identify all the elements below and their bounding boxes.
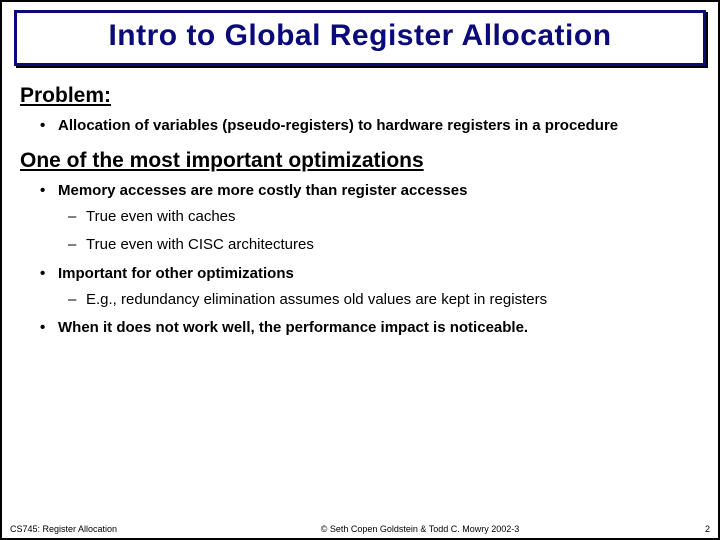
slide-body: Problem: Allocation of variables (pseudo… xyxy=(2,66,718,524)
bullet-text: Important for other optimizations xyxy=(58,265,294,282)
sub-bullet-item: True even with caches xyxy=(86,207,690,227)
slide-footer: CS745: Register Allocation © Seth Copen … xyxy=(2,524,718,538)
sub-bullet-list: E.g., redundancy elimination assumes old… xyxy=(58,290,690,310)
section-heading: Problem: xyxy=(20,82,700,110)
bullet-list: Memory accesses are more costly than reg… xyxy=(20,181,700,339)
slide-title: Intro to Global Register Allocation xyxy=(27,19,693,53)
footer-page-number: 2 xyxy=(690,524,710,534)
bullet-item: Allocation of variables (pseudo-register… xyxy=(58,116,700,136)
footer-left: CS745: Register Allocation xyxy=(10,524,150,534)
footer-center: © Seth Copen Goldstein & Todd C. Mowry 2… xyxy=(150,524,690,534)
sub-bullet-list: True even with caches True even with CIS… xyxy=(58,207,690,256)
bullet-item: Memory accesses are more costly than reg… xyxy=(58,181,700,256)
bullet-text: Memory accesses are more costly than reg… xyxy=(58,182,467,199)
bullet-list: Allocation of variables (pseudo-register… xyxy=(20,116,700,136)
bullet-item: When it does not work well, the performa… xyxy=(58,318,700,338)
section-heading: One of the most important optimizations xyxy=(20,147,700,175)
title-box: Intro to Global Register Allocation xyxy=(14,10,706,66)
bullet-item: Important for other optimizations E.g., … xyxy=(58,264,700,311)
slide: Intro to Global Register Allocation Prob… xyxy=(0,0,720,540)
sub-bullet-item: E.g., redundancy elimination assumes old… xyxy=(86,290,690,310)
sub-bullet-item: True even with CISC architectures xyxy=(86,235,690,255)
